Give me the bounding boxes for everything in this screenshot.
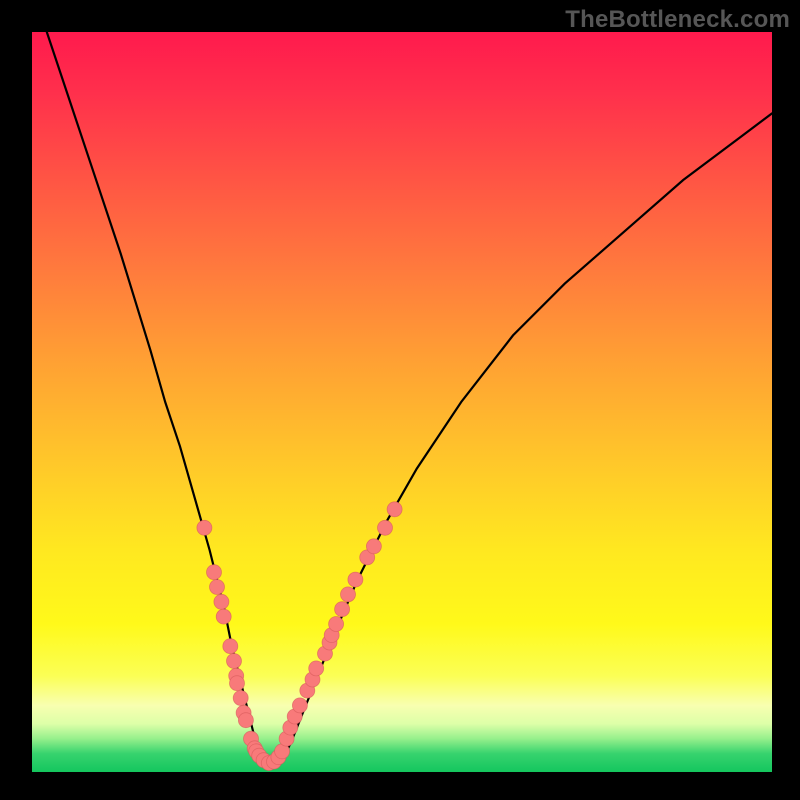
data-point	[341, 587, 356, 602]
data-point	[238, 713, 253, 728]
data-point	[366, 539, 381, 554]
data-point	[210, 580, 225, 595]
data-point	[214, 594, 229, 609]
chart-frame: TheBottleneck.com	[0, 0, 800, 800]
data-point	[292, 698, 307, 713]
data-point	[329, 617, 344, 632]
data-point	[378, 520, 393, 535]
bottleneck-curve	[32, 32, 772, 765]
curve-layer	[32, 32, 772, 765]
data-point	[216, 609, 231, 624]
data-point	[227, 654, 242, 669]
data-point	[230, 676, 245, 691]
data-points-layer	[197, 502, 402, 771]
watermark-text: TheBottleneck.com	[565, 6, 790, 34]
data-point	[233, 691, 248, 706]
data-point	[309, 661, 324, 676]
data-point	[207, 565, 222, 580]
plot-area	[32, 32, 772, 772]
data-point	[223, 639, 238, 654]
data-point	[197, 520, 212, 535]
chart-svg	[32, 32, 772, 772]
data-point	[335, 602, 350, 617]
data-point	[387, 502, 402, 517]
data-point	[348, 572, 363, 587]
